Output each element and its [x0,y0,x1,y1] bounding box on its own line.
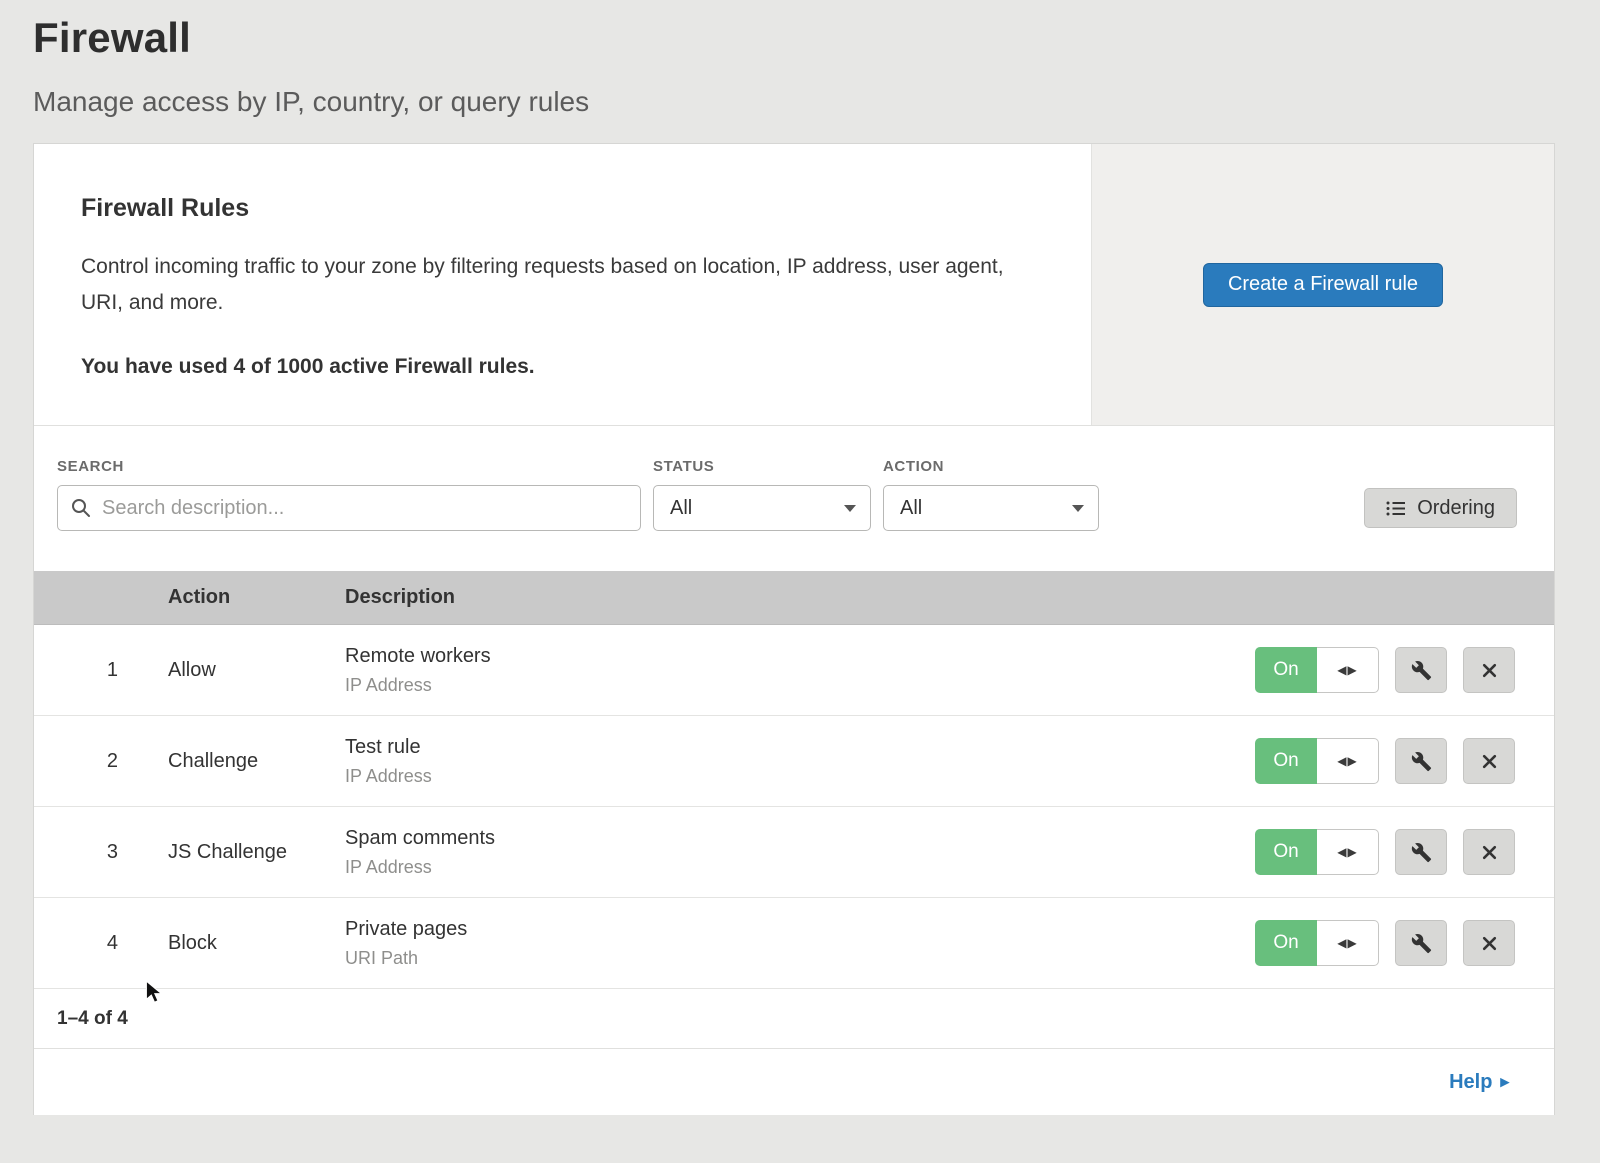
status-select-value: All [670,497,692,520]
toggle-on-segment[interactable]: On [1255,829,1317,875]
rule-controls: On ◀▶ [1255,829,1554,875]
rules-usage-note: You have used 4 of 1000 active Firewall … [81,355,1031,379]
card-intro-section: Firewall Rules Control incoming traffic … [34,144,1554,426]
card-heading: Firewall Rules [81,194,1031,223]
status-select[interactable]: All [653,485,871,531]
rule-description: Spam comments [345,827,1255,850]
rule-description: Test rule [345,736,1255,759]
rule-controls: On ◀▶ [1255,920,1554,966]
toggle-on-segment[interactable]: On [1255,920,1317,966]
card-description: Control incoming traffic to your zone by… [81,249,1031,321]
ordering-button[interactable]: Ordering [1364,488,1517,528]
action-filter: ACTION All [883,458,1099,531]
help-link[interactable]: Help ▸ [1449,1071,1509,1094]
wrench-icon [1411,842,1432,863]
status-label: STATUS [653,458,871,475]
help-link-label: Help [1449,1071,1492,1094]
toggle-arrows-icon[interactable]: ◀▶ [1317,738,1379,784]
search-label: SEARCH [57,458,641,475]
rule-description: Private pages [345,918,1255,941]
rule-description-cell: Private pages URI Path [345,918,1255,969]
close-icon [1481,753,1498,770]
delete-rule-button[interactable] [1463,920,1515,966]
action-select-value: All [900,497,922,520]
toggle-arrows-icon[interactable]: ◀▶ [1317,647,1379,693]
table-row: 4 Block Private pages URI Path On ◀▶ [34,898,1554,989]
search-filter: SEARCH [57,458,641,531]
rule-priority: 1 [34,659,168,682]
edit-rule-button[interactable] [1395,920,1447,966]
card-intro-text: Firewall Rules Control incoming traffic … [34,144,1091,425]
table-row: 1 Allow Remote workers IP Address On ◀▶ [34,625,1554,716]
rule-description: Remote workers [345,645,1255,668]
toggle-arrows-icon[interactable]: ◀▶ [1317,920,1379,966]
search-box [57,485,641,531]
edit-rule-button[interactable] [1395,829,1447,875]
card-intro-actions: Create a Firewall rule [1091,144,1554,425]
toggle-on-segment[interactable]: On [1255,738,1317,784]
pagination-range: 1–4 of 4 [57,1008,128,1030]
page-title: Firewall [33,14,1600,62]
rule-enabled-toggle[interactable]: On ◀▶ [1255,647,1379,693]
ordering-button-label: Ordering [1417,497,1495,520]
status-filter: STATUS All [653,458,871,531]
firewall-rules-card: Firewall Rules Control incoming traffic … [33,143,1555,1115]
column-header-action: Action [168,586,345,609]
rule-action: Allow [168,659,345,682]
edit-rule-button[interactable] [1395,738,1447,784]
column-header-description: Description [345,586,1554,609]
close-icon [1481,662,1498,679]
rule-action: JS Challenge [168,841,345,864]
action-label: ACTION [883,458,1099,475]
delete-rule-button[interactable] [1463,738,1515,784]
help-arrow-icon: ▸ [1500,1072,1509,1092]
rule-description-cell: Remote workers IP Address [345,645,1255,696]
rule-match-type: IP Address [345,766,1255,787]
chevron-down-icon [1072,505,1084,512]
create-firewall-rule-button[interactable]: Create a Firewall rule [1203,263,1443,307]
rule-match-type: IP Address [345,857,1255,878]
search-input[interactable] [57,485,641,531]
ordering-wrap: Ordering [1364,488,1517,528]
rule-action: Block [168,932,345,955]
rule-enabled-toggle[interactable]: On ◀▶ [1255,920,1379,966]
filters-bar: SEARCH STATUS All ACTION All [34,426,1554,571]
close-icon [1481,844,1498,861]
chevron-down-icon [844,505,856,512]
rule-description-cell: Spam comments IP Address [345,827,1255,878]
rule-description-cell: Test rule IP Address [345,736,1255,787]
rule-priority: 4 [34,932,168,955]
toggle-on-segment[interactable]: On [1255,647,1317,693]
table-row: 3 JS Challenge Spam comments IP Address … [34,807,1554,898]
action-select[interactable]: All [883,485,1099,531]
rule-enabled-toggle[interactable]: On ◀▶ [1255,829,1379,875]
help-bar: Help ▸ [34,1049,1554,1115]
wrench-icon [1411,751,1432,772]
rule-priority: 3 [34,841,168,864]
table-row: 2 Challenge Test rule IP Address On ◀▶ [34,716,1554,807]
rule-match-type: IP Address [345,675,1255,696]
search-icon [70,497,92,519]
list-icon [1386,500,1406,517]
wrench-icon [1411,933,1432,954]
delete-rule-button[interactable] [1463,647,1515,693]
toggle-arrows-icon[interactable]: ◀▶ [1317,829,1379,875]
edit-rule-button[interactable] [1395,647,1447,693]
delete-rule-button[interactable] [1463,829,1515,875]
rule-enabled-toggle[interactable]: On ◀▶ [1255,738,1379,784]
rule-match-type: URI Path [345,948,1255,969]
table-header: Action Description [34,571,1554,625]
wrench-icon [1411,660,1432,681]
rule-controls: On ◀▶ [1255,738,1554,784]
page-header: Firewall Manage access by IP, country, o… [0,0,1600,118]
rule-priority: 2 [34,750,168,773]
rule-action: Challenge [168,750,345,773]
page-subtitle: Manage access by IP, country, or query r… [33,86,1600,118]
close-icon [1481,935,1498,952]
pagination-summary: 1–4 of 4 [34,989,1554,1049]
rule-controls: On ◀▶ [1255,647,1554,693]
